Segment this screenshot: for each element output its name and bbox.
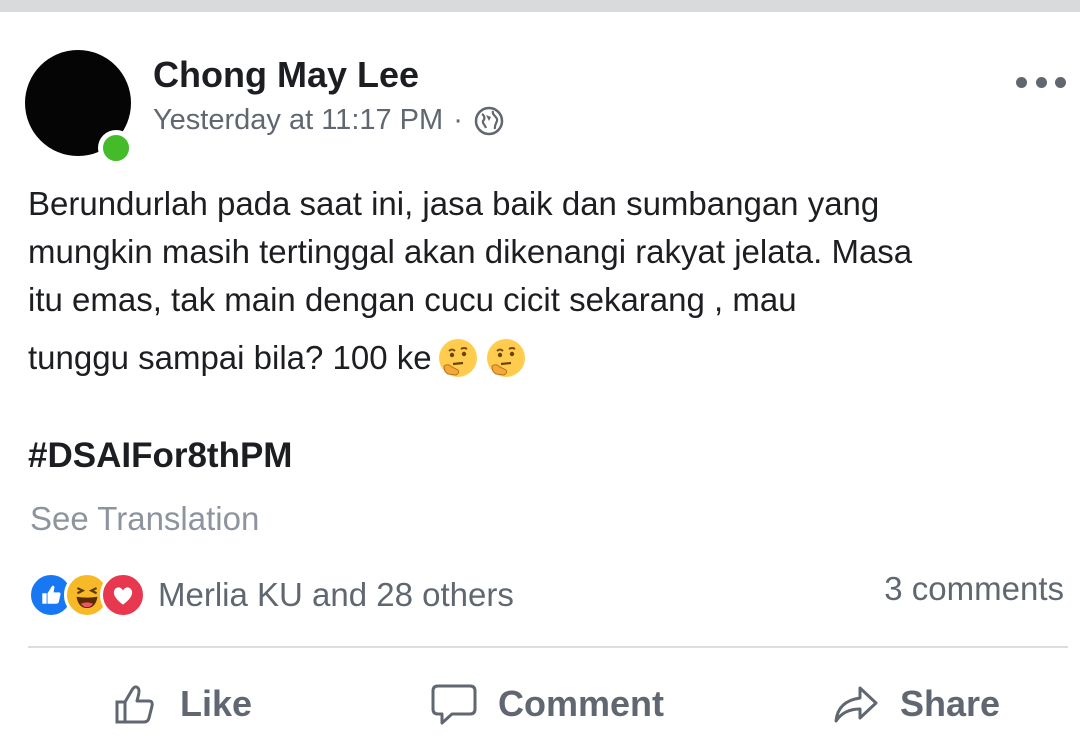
thumbs-up-icon (115, 685, 154, 724)
post-text-line: mungkin masih tertinggal akan dikenangi … (28, 233, 913, 270)
globe-icon (474, 106, 504, 135)
see-translation-link[interactable]: See Translation (30, 500, 259, 538)
hashtag-link[interactable]: #DSAIFor8thPM (28, 436, 292, 476)
like-button[interactable]: Like (112, 676, 252, 732)
author-name[interactable]: Chong May Lee (153, 54, 419, 96)
post-text-line: Berundurlah pada saat ini, jasa baik dan… (28, 185, 880, 222)
share-arrow-icon (834, 686, 878, 723)
love-reaction-icon (100, 572, 146, 618)
post-text-last-line: tunggu sampai bila? 100 ke (28, 334, 1058, 382)
share-button[interactable]: Share (832, 676, 1000, 732)
thinking-face-emoji (438, 339, 477, 377)
like-label: Like (180, 683, 253, 724)
divider (28, 646, 1068, 648)
comment-bubble-icon (431, 684, 477, 725)
reaction-icons (28, 572, 146, 618)
post-meta: Yesterday at 11:17 PM · (153, 104, 505, 137)
post-card: Chong May Lee Yesterday at 11:17 PM · Be… (0, 12, 1080, 736)
thinking-face-emoji (486, 339, 525, 377)
post-body: Berundurlah pada saat ini, jasa baik dan… (28, 180, 1058, 382)
online-status-dot (98, 130, 134, 166)
share-label: Share (900, 683, 1001, 724)
more-options-icon[interactable] (1016, 72, 1066, 92)
post-text-line: tunggu sampai bila? 100 ke (28, 339, 432, 376)
meta-separator: · (453, 104, 463, 136)
comment-label: Comment (498, 683, 665, 724)
timestamp[interactable]: Yesterday at 11:17 PM (153, 104, 443, 137)
comment-button[interactable]: Comment (430, 676, 664, 732)
comments-count[interactable]: 3 comments (884, 570, 1064, 608)
reactions-summary[interactable]: Merlia KU and 28 others (28, 572, 514, 618)
reactions-text[interactable]: Merlia KU and 28 others (158, 576, 514, 614)
post-text-line: itu emas, tak main dengan cucu cicit sek… (28, 281, 797, 318)
